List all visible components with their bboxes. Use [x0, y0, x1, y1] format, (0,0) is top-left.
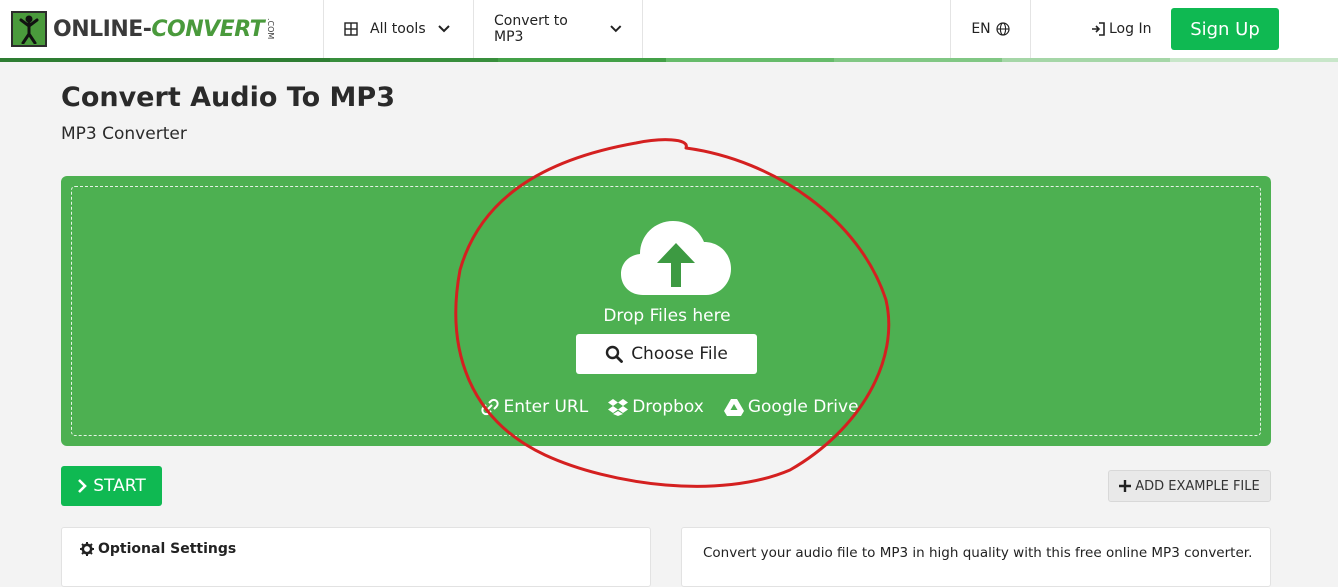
sign-in-icon [1092, 22, 1105, 36]
logo-com: .COM [266, 18, 276, 40]
logo-figure-icon [11, 11, 47, 47]
file-dropzone[interactable]: Drop Files here Choose File Enter URL Dr… [61, 176, 1271, 446]
add-example-label: ADD EXAMPLE FILE [1135, 478, 1260, 494]
optional-settings-label: Optional Settings [98, 541, 237, 557]
add-example-file-button[interactable]: ADD EXAMPLE FILE [1108, 470, 1271, 502]
optional-settings-header[interactable]: Optional Settings [80, 541, 236, 557]
dropbox-label: Dropbox [632, 397, 704, 417]
login-label: Log In [1109, 21, 1152, 37]
search-icon [605, 345, 624, 363]
convert-to-mp3-menu[interactable]: Convert to MP3 [474, 0, 643, 58]
grid-icon [344, 22, 358, 36]
dropzone-border: Drop Files here Choose File Enter URL Dr… [71, 186, 1261, 436]
chevron-down-icon [610, 25, 622, 33]
plus-icon [1119, 480, 1132, 492]
login-link[interactable]: Log In [1031, 0, 1171, 58]
dropbox-link[interactable]: Dropbox [608, 397, 704, 417]
enter-url-link[interactable]: Enter URL [481, 397, 588, 417]
enter-url-label: Enter URL [503, 397, 589, 417]
start-button[interactable]: START [61, 466, 162, 506]
dropbox-icon [608, 399, 629, 416]
header-spacer [643, 0, 951, 58]
source-links: Enter URL Dropbox Google Drive [72, 397, 1262, 417]
top-navbar: ONLINE-CONVERT .COM All tools Convert to… [0, 0, 1338, 58]
description-text: Convert your audio file to MP3 in high q… [703, 545, 1253, 561]
globe-icon [996, 22, 1010, 36]
chevron-right-icon [78, 479, 88, 493]
cloud-upload-icon [621, 221, 731, 295]
optional-settings-panel: Optional Settings [61, 527, 651, 587]
drop-files-text: Drop Files here [603, 306, 731, 326]
page-subtitle: MP3 Converter [61, 124, 187, 144]
convert-label: Convert to MP3 [494, 13, 568, 45]
chevron-down-icon [437, 25, 450, 33]
description-panel: Convert your audio file to MP3 in high q… [681, 527, 1271, 587]
google-drive-link[interactable]: Google Drive [723, 397, 859, 417]
language-label: EN [971, 21, 991, 37]
logo-text: ONLINE-CONVERT [53, 16, 265, 42]
all-tools-menu[interactable]: All tools [324, 0, 474, 58]
google-drive-icon [723, 399, 744, 416]
site-logo[interactable]: ONLINE-CONVERT .COM [0, 0, 324, 58]
language-selector[interactable]: EN [951, 0, 1031, 58]
signup-button[interactable]: Sign Up [1171, 8, 1279, 50]
page-title: Convert Audio To MP3 [61, 82, 395, 113]
link-icon [481, 398, 500, 416]
google-drive-label: Google Drive [747, 397, 859, 417]
signup-wrap: Sign Up [1171, 0, 1338, 58]
choose-file-button[interactable]: Choose File [576, 334, 757, 374]
start-label: START [93, 476, 146, 496]
choose-file-label: Choose File [631, 344, 728, 364]
gear-icon [80, 542, 94, 556]
all-tools-label: All tools [370, 21, 426, 37]
header-color-strip [0, 58, 1338, 62]
